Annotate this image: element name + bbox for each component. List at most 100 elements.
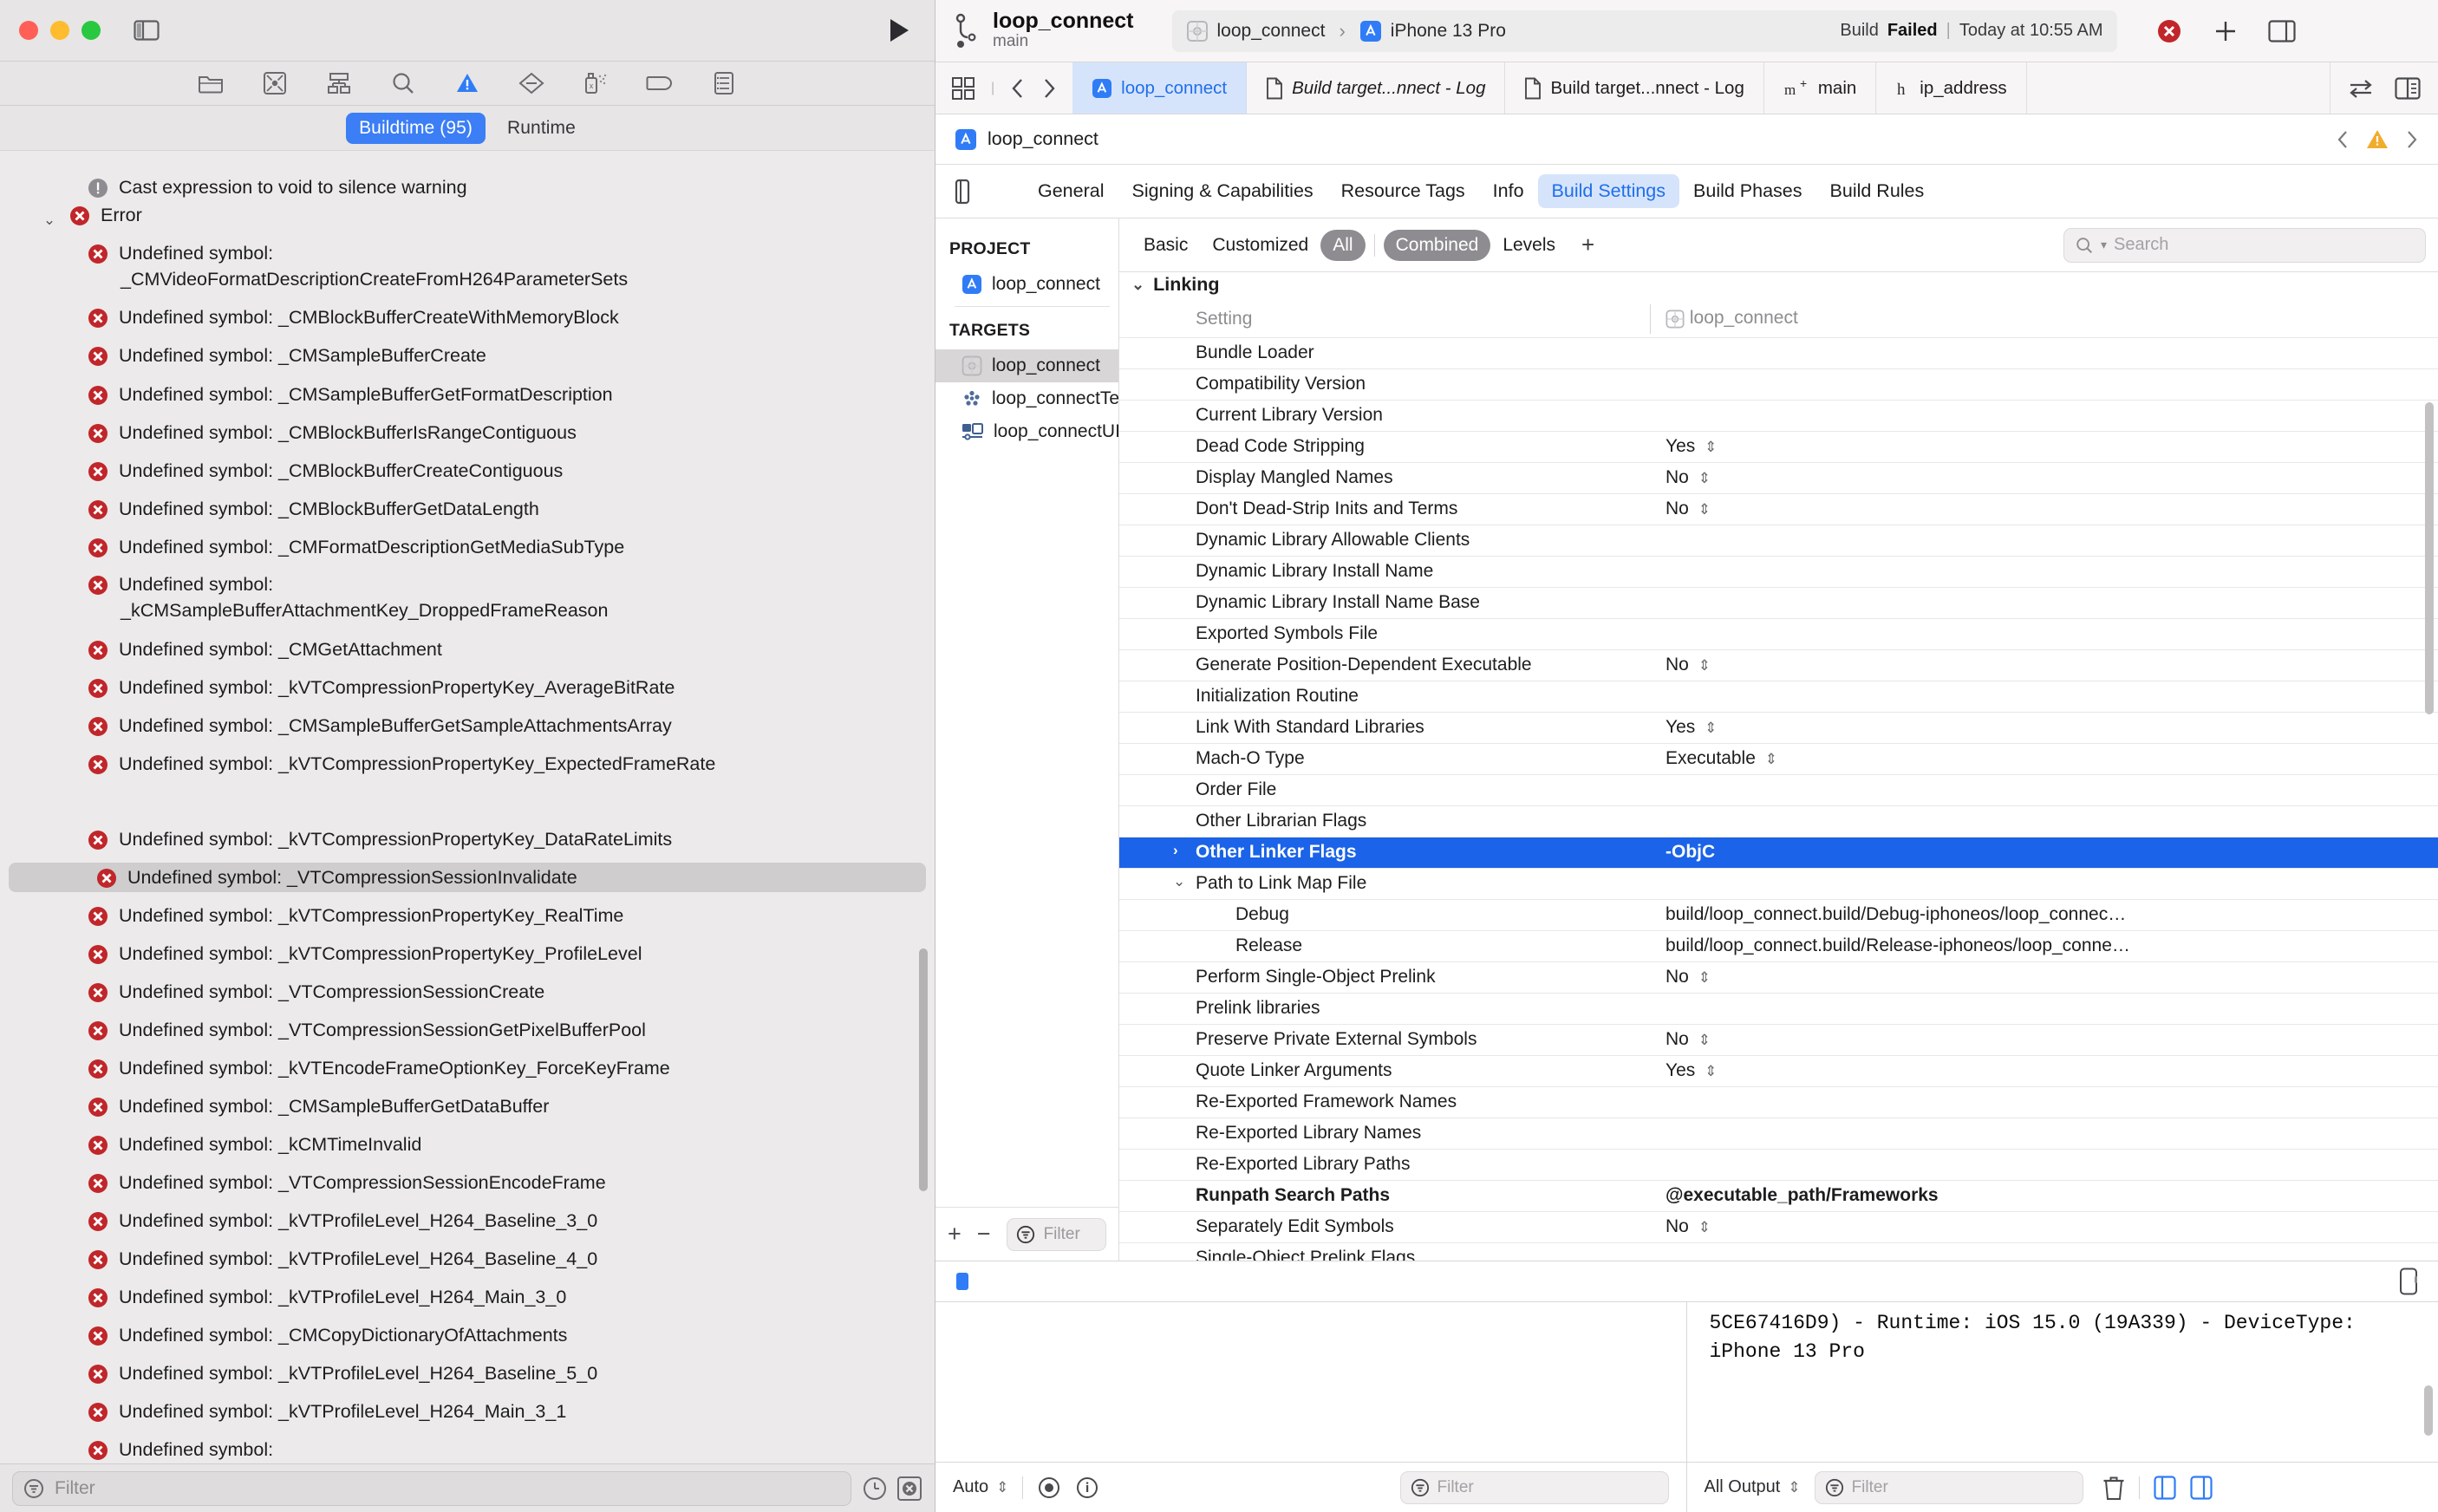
build-setting-row[interactable]: Generate Position-Dependent Executable No… — [1119, 649, 2438, 681]
variables-filter-input[interactable]: Filter — [1399, 1470, 1669, 1504]
run-destination-selector[interactable]: loop_connect › iPhone 13 Pro Build Faile… — [1171, 10, 2117, 52]
add-user-defined-setting-button[interactable]: + — [1568, 231, 1608, 258]
issue-row[interactable]: Undefined symbol: _kVTCompressionPropert… — [0, 824, 935, 854]
chevron-down-icon[interactable]: ⌄ — [1131, 276, 1144, 294]
settings-group-linking[interactable]: ⌄ Linking — [1119, 272, 2438, 301]
issue-row[interactable]: Undefined symbol: _kCMSampleBufferAttachm… — [0, 570, 935, 625]
build-setting-value[interactable]: Yes ⇕ — [1638, 1055, 2438, 1086]
build-setting-value[interactable] — [1638, 1242, 2438, 1261]
run-button[interactable] — [888, 17, 910, 43]
project-tab-info[interactable]: Info — [1479, 174, 1538, 208]
build-settings-scrollbar[interactable] — [2425, 402, 2434, 714]
project-tab-general[interactable]: General — [1024, 174, 1118, 208]
issue-group-row[interactable]: ⌄ Error — [0, 200, 935, 235]
build-setting-value[interactable] — [1638, 868, 2438, 899]
stepper-icon[interactable]: ⇕ — [996, 1479, 1008, 1496]
project-tab-resource-tags[interactable]: Resource Tags — [1327, 174, 1479, 208]
recent-issues-icon[interactable] — [862, 1476, 888, 1502]
warning-triangle-icon[interactable] — [453, 68, 482, 98]
report-icon[interactable] — [709, 68, 739, 98]
stepper-icon[interactable]: ⇕ — [1698, 657, 1711, 674]
build-setting-value[interactable]: No ⇕ — [1638, 462, 2438, 493]
build-setting-value[interactable] — [1638, 587, 2438, 618]
build-setting-row[interactable]: Mach-O Type Executable ⇕ — [1119, 743, 2438, 774]
build-setting-row[interactable]: Dead Code Stripping Yes ⇕ — [1119, 431, 2438, 462]
folder-icon[interactable] — [196, 68, 225, 98]
stepper-icon[interactable]: ⇕ — [1698, 1032, 1711, 1048]
settings-filter-levels[interactable]: Levels — [1490, 230, 1568, 261]
variables-view[interactable] — [935, 1302, 1687, 1462]
debug-spray-icon[interactable]: x — [581, 68, 610, 98]
build-setting-value[interactable]: No ⇕ — [1638, 649, 2438, 681]
build-setting-value[interactable]: build/loop_connect.build/Debug-iphoneos/… — [1638, 899, 2438, 930]
build-setting-value[interactable] — [1638, 337, 2438, 368]
build-setting-row[interactable]: Dynamic Library Allowable Clients — [1119, 525, 2438, 556]
build-setting-row[interactable]: Compatibility Version — [1119, 368, 2438, 400]
warning-triangle-icon[interactable] — [2365, 128, 2389, 151]
toggle-variables-view-icon[interactable] — [2153, 1475, 2176, 1500]
chevron-down-icon[interactable]: ▾ — [2101, 238, 2107, 252]
hierarchy-icon[interactable] — [324, 68, 354, 98]
issue-filter-input[interactable]: Filter — [12, 1470, 851, 1506]
issue-row[interactable]: Cast expression to void to silence warni… — [0, 173, 935, 202]
build-setting-row[interactable]: Debug build/loop_connect.build/Debug-ipho… — [1119, 899, 2438, 930]
swap-editor-icon[interactable] — [2348, 77, 2374, 100]
build-setting-value[interactable] — [1638, 1149, 2438, 1180]
issue-row[interactable]: Undefined symbol: _VTCompressionSessionC… — [0, 977, 935, 1007]
project-tab-build-rules[interactable]: Build Rules — [1816, 174, 1939, 208]
build-setting-value[interactable]: No ⇕ — [1638, 1024, 2438, 1055]
chevron-right-icon[interactable]: › — [1173, 842, 1178, 859]
project-tab-build-phases[interactable]: Build Phases — [1679, 174, 1816, 208]
issue-row[interactable]: Undefined symbol: _kVTProfileLevel_H264_… — [0, 1359, 935, 1388]
build-setting-row[interactable]: Order File — [1119, 774, 2438, 805]
output-scope-selector[interactable]: All Output ⇕ — [1705, 1477, 1801, 1497]
issue-row[interactable]: Undefined symbol: _kVTProfileLevel_H264_… — [0, 1397, 935, 1426]
issue-row[interactable]: Undefined symbol: _kVTCompressionPropert… — [0, 749, 935, 779]
next-issue-button[interactable] — [2405, 129, 2419, 150]
build-setting-row[interactable]: Bundle Loader — [1119, 337, 2438, 368]
console-filter-input[interactable]: Filter — [1814, 1470, 2083, 1504]
issue-row[interactable]: Undefined symbol: _VTCompressionSessionI… — [9, 863, 926, 892]
build-setting-value[interactable] — [1638, 556, 2438, 587]
breakpoint-icon[interactable] — [517, 68, 546, 98]
build-settings-scroll[interactable]: ⌄ Linking Setting loop_connect Bundle Loa… — [1119, 272, 2438, 1261]
build-setting-row[interactable]: Re-Exported Library Names — [1119, 1118, 2438, 1149]
build-setting-row[interactable]: › Other Linker Flags -ObjC — [1119, 837, 2438, 868]
project-tab-build-settings[interactable]: Build Settings — [1537, 174, 1680, 208]
editor-tab[interactable]: Build target...nnect - Log — [1247, 62, 1506, 114]
tab-overview-icon[interactable] — [951, 76, 975, 101]
navigate-back-button[interactable] — [1010, 77, 1026, 100]
build-setting-value[interactable]: No ⇕ — [1638, 1211, 2438, 1242]
build-setting-value[interactable] — [1638, 774, 2438, 805]
issue-row[interactable]: Undefined symbol: _VTCompressionSessionG… — [0, 1015, 935, 1045]
issue-row[interactable]: Undefined symbol: _CMSampleBufferGetForm… — [0, 380, 935, 409]
build-setting-row[interactable]: Re-Exported Library Paths — [1119, 1149, 2438, 1180]
build-setting-row[interactable]: Perform Single-Object Prelink No ⇕ — [1119, 961, 2438, 993]
stepper-icon[interactable]: ⇕ — [1698, 470, 1711, 486]
project-item-loop-connect[interactable]: loop_connect — [935, 268, 1118, 301]
build-setting-value[interactable]: No ⇕ — [1638, 493, 2438, 525]
build-setting-value[interactable] — [1638, 1086, 2438, 1118]
build-settings-search-input[interactable]: ▾ Search — [2063, 227, 2426, 263]
build-setting-row[interactable]: Display Mangled Names No ⇕ — [1119, 462, 2438, 493]
minimize-window-button[interactable] — [50, 21, 69, 40]
stepper-icon[interactable]: ⇕ — [1765, 751, 1777, 767]
build-setting-row[interactable]: Release build/loop_connect.build/Release-… — [1119, 930, 2438, 961]
issue-row[interactable]: Undefined symbol: _CMBlockBufferCreateWi… — [0, 303, 935, 332]
target-item-loop-connect[interactable]: loop_connect — [935, 349, 1118, 382]
build-setting-row[interactable]: Don't Dead-Strip Inits and Terms No ⇕ — [1119, 493, 2438, 525]
trash-icon[interactable] — [2102, 1475, 2125, 1501]
issue-row[interactable]: Undefined symbol: _kVTProfileLevel_H264_… — [0, 1244, 935, 1274]
right-panel-icon[interactable] — [2267, 19, 2296, 42]
editor-tab[interactable]: Build target...nnect - Log — [1505, 62, 1764, 114]
build-setting-value[interactable]: -ObjC — [1638, 837, 2438, 868]
build-setting-value[interactable] — [1638, 525, 2438, 556]
build-setting-row[interactable]: Prelink libraries — [1119, 993, 2438, 1024]
issue-row[interactable]: Undefined symbol: _kCMTimeInvalid — [0, 1130, 935, 1159]
stepper-icon[interactable]: ⇕ — [1698, 969, 1711, 986]
breadcrumb-label[interactable]: loop_connect — [988, 128, 1098, 150]
issue-row[interactable]: Undefined symbol: _kVTCompressionPropert… — [0, 673, 935, 702]
build-setting-row[interactable]: Quote Linker Arguments Yes ⇕ — [1119, 1055, 2438, 1086]
build-setting-value[interactable] — [1638, 681, 2438, 712]
issue-row[interactable]: Undefined symbol: _VTCompressionSessionE… — [0, 1168, 935, 1197]
